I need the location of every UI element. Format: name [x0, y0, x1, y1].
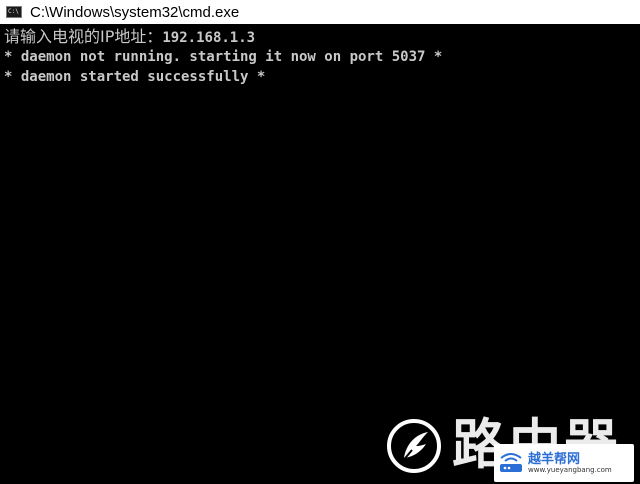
console-prompt: 请输入电视的IP地址：: [4, 27, 163, 46]
watermark: 路由器 越羊帮网 www.yueyangbang.com: [380, 404, 640, 484]
feather-logo-icon: [387, 419, 441, 473]
cmd-icon[interactable]: C:\: [6, 6, 22, 18]
watermark-badge: 越羊帮网 www.yueyangbang.com: [494, 444, 634, 482]
watermark-site-url: www.yueyangbang.com: [528, 466, 612, 474]
title-bar[interactable]: C:\ C:\Windows\system32\cmd.exe: [0, 0, 640, 24]
console-line: 请输入电视的IP地址：192.168.1.3: [4, 27, 624, 47]
console-input-value: 192.168.1.3: [162, 30, 256, 46]
cmd-window: C:\ C:\Windows\system32\cmd.exe 请输入电视的IP…: [0, 0, 640, 484]
window-title: C:\Windows\system32\cmd.exe: [30, 3, 240, 21]
console-line: * daemon not running. starting it now on…: [4, 49, 443, 65]
router-icon: [500, 453, 522, 472]
watermark-site-name: 越羊帮网: [528, 452, 581, 467]
console-line: * daemon started successfully *: [4, 69, 266, 85]
